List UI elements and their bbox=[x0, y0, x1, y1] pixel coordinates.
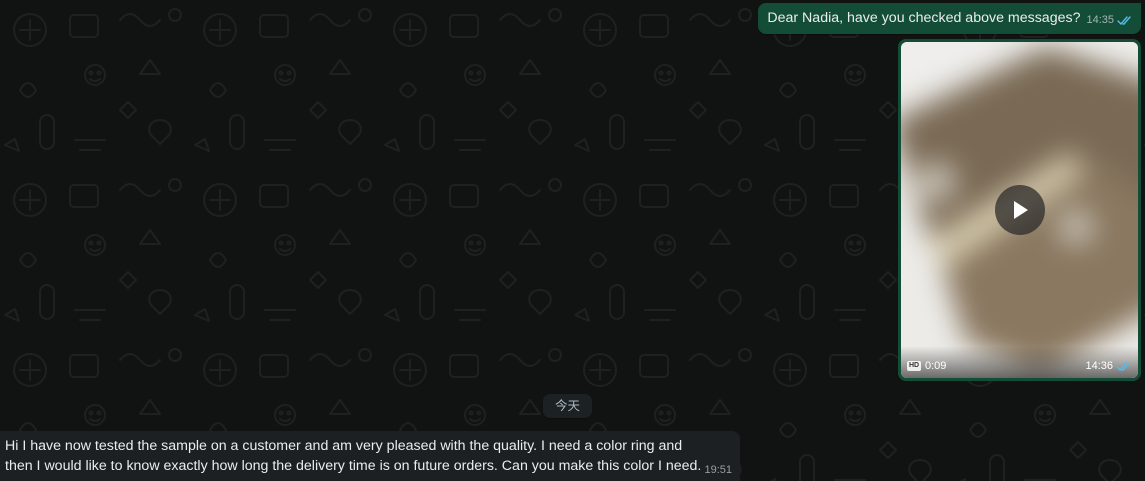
outgoing-message-bubble[interactable]: Dear Nadia, have you checked above messa… bbox=[758, 3, 1141, 34]
double-check-icon bbox=[1117, 16, 1131, 26]
message-text: Dear Nadia, have you checked above messa… bbox=[767, 10, 1081, 26]
outgoing-video-message[interactable]: HD 0:09 14:36 bbox=[898, 39, 1141, 381]
message-time: 14:35 bbox=[1086, 14, 1114, 26]
message-time: 14:36 bbox=[1085, 360, 1113, 372]
message-text: Hi I have now tested the sample on a cus… bbox=[5, 438, 702, 474]
message-time: 19:51 bbox=[704, 464, 732, 476]
video-thumbnail[interactable]: HD 0:09 14:36 bbox=[901, 42, 1138, 378]
double-check-icon bbox=[1116, 361, 1130, 371]
message-meta: 14:35 bbox=[1086, 11, 1133, 30]
date-divider: 今天 bbox=[543, 394, 593, 418]
video-duration: 0:09 bbox=[925, 360, 947, 372]
chat-conversation-panel[interactable]: Dear Nadia, have you checked above messa… bbox=[0, 0, 1145, 481]
hd-badge-icon: HD bbox=[907, 361, 921, 371]
video-footer-gradient: HD 0:09 14:36 bbox=[901, 346, 1138, 378]
video-meta: 14:36 bbox=[1085, 360, 1132, 372]
incoming-message-bubble[interactable]: Hi I have now tested the sample on a cus… bbox=[0, 431, 740, 481]
play-icon bbox=[1013, 201, 1028, 219]
play-button[interactable] bbox=[994, 185, 1045, 235]
